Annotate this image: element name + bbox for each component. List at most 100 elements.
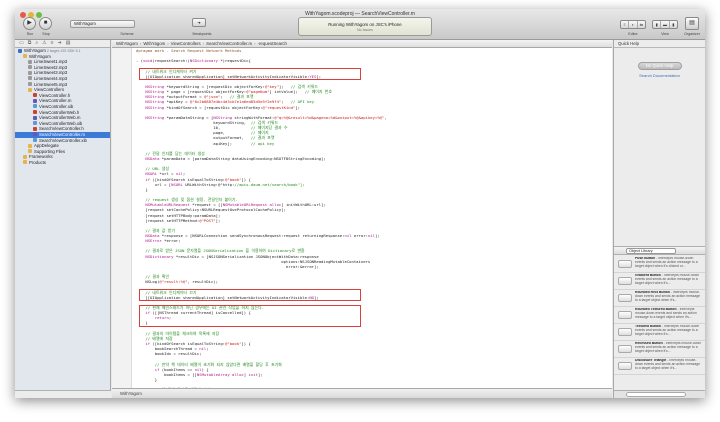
nav-item-subtitle: 2 target, iOS SDK 5.1 (45, 49, 81, 53)
utilities-toggle-icon[interactable]: ▮ (670, 21, 677, 28)
impl-icon (33, 98, 37, 103)
nav-item-label: SearchViewController.h (39, 126, 84, 132)
organizer-label: Organizer (684, 32, 700, 36)
stop-button[interactable]: ■ (39, 17, 52, 30)
debug-area-toggle-icon[interactable]: ▬ (661, 21, 670, 28)
folder-icon (28, 87, 32, 92)
header-icon (33, 126, 37, 131)
nav-item-label: Frameworks (29, 154, 53, 160)
quick-help-title: Quick Help (618, 41, 640, 46)
jump-bar-item[interactable]: -requestSearch (258, 41, 287, 46)
highlight-box (139, 67, 361, 80)
editor-gutter[interactable] (112, 48, 132, 388)
nav-item-label: LimeSweet5.mp3 (34, 81, 68, 87)
library-filter-input[interactable] (626, 392, 686, 397)
folder-icon (23, 160, 27, 165)
library-item-text: Textured Button - Intercepts mouse-down … (635, 325, 703, 340)
button-preview-icon (618, 277, 632, 285)
scheme-selector[interactable]: WithYagom (70, 20, 135, 28)
assistant-editor-icon[interactable]: ◐ (629, 21, 638, 28)
chevron-right-icon: › (139, 41, 142, 46)
scheme-label: Scheme (120, 32, 134, 36)
folder-icon (28, 149, 32, 154)
run-button[interactable]: ▶ (23, 17, 36, 30)
library-item[interactable]: Push Button - Intercepts mouse-down even… (614, 256, 705, 273)
nav-item-label: LimeSweet3.mp3 (34, 70, 68, 76)
navigator-toggle-icon[interactable]: ▮ (653, 21, 662, 28)
button-preview-icon (618, 328, 632, 336)
button-preview-icon (618, 294, 632, 302)
library-item-text: Push Button - Intercepts mouse-down even… (635, 257, 703, 272)
highlight-box (139, 304, 361, 327)
log-icon[interactable]: ▤ (66, 40, 71, 47)
header-icon (33, 110, 37, 115)
search-icon[interactable]: ⌕ (35, 40, 38, 47)
search-documentation-link[interactable]: Search Documentation (614, 73, 705, 78)
jump-bar-item[interactable]: ViewControllers (171, 41, 201, 46)
nav-item-label: ViewController.xib (39, 103, 74, 109)
nav-item-label: LimeSweet2.mp3 (34, 64, 68, 70)
impl-icon (33, 132, 37, 137)
breakpoints-button[interactable]: ➜ (192, 18, 206, 27)
issue-icon[interactable]: ⚠ (42, 40, 46, 47)
button-preview-icon (618, 345, 632, 353)
chevron-right-icon: › (167, 41, 169, 46)
file-tree: WithYagom 2 target, iOS SDK 5.1 WithYagom… (15, 48, 110, 165)
library-select-value: Object Library (629, 249, 653, 253)
jump-bar-item[interactable]: WithYagom (143, 41, 165, 46)
library-item-text: Gradient Button - Intercepts mouse-down … (635, 274, 703, 289)
library-item[interactable]: Rounded Rect Button - Intercepts mouse-d… (614, 290, 705, 307)
source-editor[interactable]: #pragma mark - Search Request Network Me… (112, 48, 612, 388)
library-item-text: Recessed Button - Intercepts mouse-down … (635, 342, 703, 357)
jump-bar-item[interactable]: SearchViewController.m (206, 41, 252, 46)
library-item[interactable]: Recessed Button - Intercepts mouse-down … (614, 341, 705, 358)
nav-item[interactable]: Products (15, 160, 110, 166)
file-icon (28, 82, 32, 87)
jump-bar-item[interactable]: WithYagom (116, 41, 138, 46)
library-item[interactable]: Gradient Button - Intercepts mouse-down … (614, 273, 705, 290)
chevron-right-icon: › (202, 41, 205, 46)
navigator-tabs: ▭ ⧉ ⌕ ⚠ ≡ ➜ ▤ (15, 40, 110, 48)
standard-editor-icon[interactable]: ≡ (621, 21, 630, 28)
jump-bar: WithYagom › WithYagom › ViewControllers › Sear… (112, 40, 612, 48)
file-icon (28, 65, 32, 70)
breakpoint-icon[interactable]: ➜ (58, 40, 62, 47)
xib-icon (33, 138, 37, 142)
library-item[interactable]: Textured Button - Intercepts mouse-down … (614, 324, 705, 341)
chevron-right-icon: › (254, 41, 256, 46)
editor-segmented-control[interactable]: ≡ ◐ ⇆ (620, 20, 646, 29)
library-item[interactable]: Disclosure Triangle - Intercepts mouse-d… (614, 358, 705, 375)
activity-status: Running WithYagom on JSC's iPhone (328, 22, 402, 27)
version-editor-icon[interactable]: ⇆ (638, 21, 645, 28)
project-navigator: ▭ ⧉ ⌕ ⚠ ≡ ➜ ▤ WithYagom 2 target, iOS SD… (15, 40, 111, 398)
library-header: Object Library (614, 246, 705, 255)
folder-icon (23, 154, 27, 159)
folder-icon[interactable]: ▭ (19, 40, 24, 47)
library-item-text: Disclosure Triangle - Intercepts mouse-d… (635, 359, 703, 374)
organizer-button[interactable]: ▤ (685, 17, 699, 30)
library-select[interactable]: Object Library (626, 248, 676, 254)
folder-icon (23, 54, 27, 59)
nav-item-label: SearchViewController.m (39, 131, 86, 137)
debug-icon[interactable]: ≡ (51, 40, 54, 47)
no-quick-help-label: No Quick Help (637, 62, 682, 70)
code-text[interactable]: #pragma mark - Search Request Network Me… (136, 48, 606, 388)
nav-item-label: AppDelegate (34, 143, 59, 149)
symbol-icon[interactable]: ⧉ (28, 40, 32, 47)
highlight-box (139, 289, 361, 302)
activity-sub: No Issues (357, 28, 373, 32)
folder-icon (28, 143, 32, 148)
library-item[interactable]: Rounded Textured Button - Intercepts mou… (614, 307, 705, 324)
scheme-value: WithYagom (74, 21, 96, 26)
xib-icon (33, 121, 37, 126)
library-filter-bar (614, 390, 705, 398)
button-preview-icon (618, 362, 632, 370)
nav-item-label: ViewController.h (39, 92, 71, 98)
view-segmented-control[interactable]: ▮ ▬ ▮ (652, 20, 678, 29)
nav-item-label: WithYagom (29, 53, 51, 59)
nav-item-label: ViewController.m (39, 98, 72, 104)
view-label: View (661, 32, 669, 36)
nav-item-label: ViewControllers (34, 87, 65, 93)
nav-item-label: Products (29, 159, 46, 165)
xcode-window: WithYagom.xcodeproj — SearchViewControll… (15, 9, 705, 398)
